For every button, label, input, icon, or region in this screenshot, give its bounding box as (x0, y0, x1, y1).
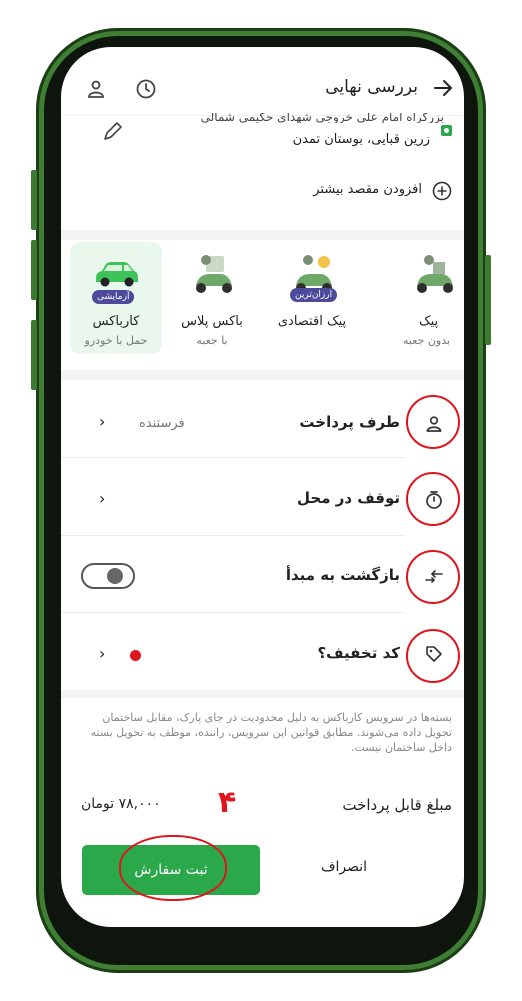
notification-dot (130, 650, 141, 661)
vehicle-name: پیک اقتصادی (277, 314, 347, 329)
annotation-number: ۴ (218, 785, 237, 820)
phone-side-button (31, 320, 37, 390)
phone-side-button (31, 240, 37, 300)
stop-label: توقف در محل (297, 489, 400, 507)
destination-partial: بزرگراه امام علی خروجی شهدای حکیمی شمالی (200, 113, 444, 123)
vehicle-badge: آزمایشی (92, 290, 135, 304)
phone-side-button (31, 170, 37, 230)
vehicle-option-box-plus[interactable]: باکس پلاس با جعبه (166, 242, 258, 354)
chevron-left-icon[interactable]: ‹ (99, 644, 105, 663)
payer-value[interactable]: فرستنده (139, 416, 185, 431)
vehicle-subtitle: بدون جعبه (403, 334, 451, 347)
discount-label[interactable]: کد تخفیف؟ (317, 644, 400, 662)
pencil-icon[interactable] (101, 119, 125, 143)
chevron-left-icon[interactable]: ‹ (99, 489, 105, 508)
vehicle-badge: ارزان‌ترین (290, 288, 338, 302)
user-icon[interactable] (85, 78, 107, 100)
chevron-left-icon[interactable]: ‹ (99, 412, 105, 431)
phone-side-button (485, 255, 491, 345)
payer-label: طرف پرداخت (299, 413, 400, 431)
add-circle-icon[interactable] (432, 181, 452, 201)
vehicle-subtitle: حمل با خودرو (84, 334, 148, 347)
app-screen: بررسی نهایی بزرگراه امام علی خروجی شهدای… (61, 47, 464, 927)
add-destination-button[interactable]: افزودن مقصد بیشتر (313, 182, 422, 197)
vehicle-name: کارباکس (92, 314, 140, 329)
vehicle-option-economy[interactable]: ارزان‌ترین پیک اقتصادی (266, 242, 358, 354)
annotation-circle (406, 629, 460, 683)
vehicle-name: پیک (419, 314, 439, 329)
payment-amount: ۷۸,۰۰۰ تومان (81, 796, 161, 812)
annotation-circle (406, 550, 460, 604)
scooter-icon (192, 250, 236, 296)
car-icon (92, 258, 140, 288)
vehicle-subtitle: با جعبه (196, 334, 228, 347)
destination-address: زرین قبایی، بوستان تمدن (292, 132, 430, 147)
cancel-button[interactable]: انصراف (321, 859, 367, 875)
arrow-right-icon[interactable] (432, 77, 454, 99)
destination-marker-icon (441, 125, 452, 136)
vehicle-name: باکس پلاس (181, 314, 243, 329)
annotation-circle (406, 395, 460, 449)
annotation-circle (406, 472, 460, 526)
return-toggle[interactable] (81, 563, 135, 589)
service-notice: بسته‌ها در سرویس کارباکس به دلیل محدودیت… (90, 711, 452, 754)
vehicle-option-carbox[interactable]: آزمایشی کارباکس حمل با خودرو (70, 242, 162, 354)
return-label: بازگشت به مبدأ (285, 566, 400, 584)
page-title: بررسی نهایی (325, 77, 418, 97)
scooter-icon (413, 250, 457, 296)
clock-icon[interactable] (135, 78, 157, 100)
annotation-circle (119, 835, 227, 901)
vehicle-option-courier[interactable]: پیک بدون جعبه (373, 242, 464, 354)
payment-label: مبلغ قابل پرداخت (342, 796, 452, 814)
